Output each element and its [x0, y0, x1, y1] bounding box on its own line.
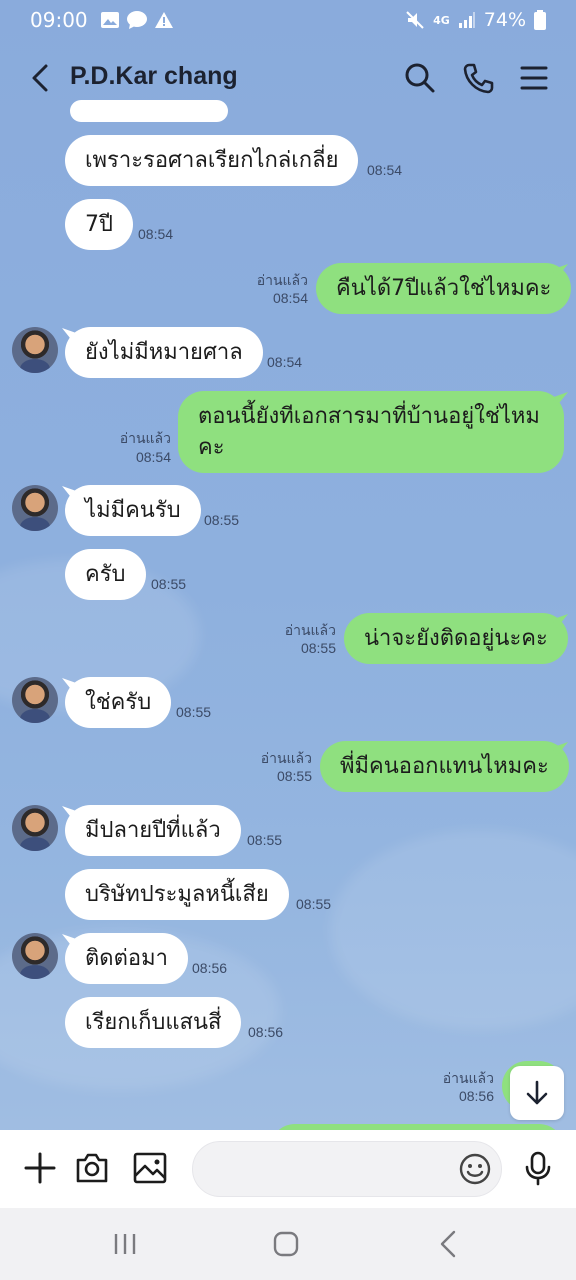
message-time: 08:56 — [248, 1024, 284, 1040]
signal-icon — [458, 12, 475, 28]
avatar[interactable] — [12, 327, 58, 373]
message-time: 08:55 — [151, 576, 187, 592]
message-time: 08:54 — [135, 449, 171, 465]
incoming-message[interactable]: ยังไม่มีหมายศาล — [65, 327, 263, 378]
image-icon[interactable] — [132, 1150, 168, 1186]
incoming-message[interactable]: ติดต่อมา — [65, 933, 188, 984]
message-time: 08:55 — [247, 832, 283, 848]
chat-notification-icon — [126, 11, 147, 29]
scroll-to-bottom-button[interactable] — [510, 1066, 564, 1120]
avatar[interactable] — [12, 677, 58, 723]
plus-icon[interactable] — [22, 1150, 58, 1186]
read-receipt: อ่านแล้ว — [442, 1070, 494, 1086]
message-time: 08:54 — [267, 354, 303, 370]
incoming-message[interactable]: บริษัทประมูลหนี้เสีย — [65, 869, 289, 920]
outgoing-message[interactable]: ตอนนี้ยังทีเอกสารมาที่บ้านอยู่ใช่ไหม คะ — [178, 391, 564, 473]
network-type: 4G — [433, 13, 450, 27]
outgoing-message[interactable]: คืนได้7ปีแล้วใช่ไหมคะ — [316, 263, 572, 314]
message-time: 08:54 — [138, 226, 174, 242]
read-receipt: อ่านแล้ว — [119, 430, 171, 446]
back-icon[interactable] — [432, 1228, 466, 1260]
read-receipt: อ่านแล้ว — [260, 750, 312, 766]
message-time: 08:55 — [204, 512, 240, 528]
incoming-message[interactable]: เพราะรอศาลเรียกไกล่เกลี่ย — [65, 135, 359, 186]
message-time: 08:56 — [192, 960, 228, 976]
message-input-bar — [0, 1130, 576, 1208]
read-receipt: อ่านแล้ว — [284, 622, 336, 638]
chat-screen: 09:00 4G 74% P.D.Kar chang เพราะรอศาลเรี… — [0, 0, 576, 1280]
avatar[interactable] — [12, 933, 58, 979]
back-arrow-icon[interactable] — [26, 62, 54, 94]
chat-title[interactable]: P.D.Kar chang — [70, 62, 238, 91]
message-time: 08:55 — [176, 704, 212, 720]
incoming-message[interactable]: ครับ — [65, 549, 146, 600]
gallery-notification-icon — [100, 12, 119, 28]
message-time: 08:55 — [276, 768, 312, 784]
camera-icon[interactable] — [74, 1150, 110, 1186]
mute-icon — [406, 11, 424, 29]
message-time: 08:55 — [296, 896, 332, 912]
menu-icon[interactable] — [518, 62, 550, 94]
background-cloud — [330, 830, 576, 1030]
message-time: 08:56 — [458, 1088, 494, 1104]
incoming-message[interactable]: 7ปี — [65, 199, 133, 250]
recent-apps-icon[interactable] — [108, 1228, 142, 1260]
home-icon[interactable] — [270, 1228, 304, 1260]
emoji-icon[interactable] — [458, 1152, 492, 1186]
search-icon[interactable] — [404, 62, 436, 94]
microphone-icon[interactable] — [520, 1150, 556, 1186]
outgoing-message[interactable]: พี่มีคนออกแทนไหมคะ — [320, 741, 569, 792]
battery-icon — [534, 10, 546, 30]
avatar[interactable] — [12, 805, 58, 851]
message-time: 08:54 — [367, 162, 403, 178]
system-nav-bar — [0, 1208, 576, 1280]
outgoing-message[interactable]: น่าจะยังติดอยู่นะคะ — [344, 613, 568, 664]
phone-icon[interactable] — [462, 62, 494, 94]
message-time: 08:54 — [272, 290, 308, 306]
warning-icon — [154, 12, 173, 28]
message-time: 08:55 — [300, 640, 336, 656]
battery-percent: 74% — [483, 9, 526, 31]
read-receipt: อ่านแล้ว — [256, 272, 308, 288]
incoming-message[interactable]: เรียกเก็บแสนสี่ — [65, 997, 242, 1048]
avatar[interactable] — [12, 485, 58, 531]
message-bubble-partial[interactable] — [70, 100, 228, 122]
incoming-message[interactable]: ใช่ครับ — [65, 677, 172, 728]
incoming-message[interactable]: ไม่มีคนรับ — [65, 485, 201, 536]
message-input[interactable] — [192, 1141, 502, 1197]
arrow-down-icon — [526, 1080, 548, 1105]
incoming-message[interactable]: มีปลายปีที่แล้ว — [65, 805, 241, 856]
status-bar: 09:00 4G 74% — [0, 0, 576, 40]
status-time: 09:00 — [30, 8, 88, 32]
